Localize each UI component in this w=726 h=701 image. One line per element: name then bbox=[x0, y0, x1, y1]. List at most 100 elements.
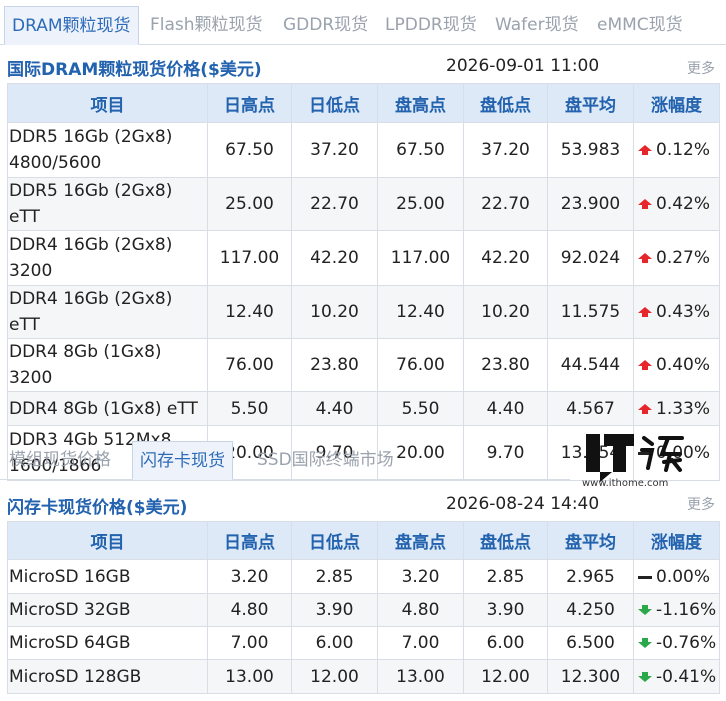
change-value: 1.33% bbox=[656, 398, 711, 419]
tab-flash-card-spot[interactable]: 闪存卡现货 bbox=[132, 441, 233, 480]
dram-price-table: 项目 日高点 日低点 盘高点 盘低点 盘平均 涨幅度 DDR5 16Gb (2G… bbox=[7, 83, 720, 481]
cell-session-avg: 53.983 bbox=[547, 122, 634, 178]
cell-session-low: 22.70 bbox=[463, 177, 548, 231]
change-value: 0.27% bbox=[656, 248, 711, 268]
tab-emmc-spot[interactable]: eMMC现货 bbox=[590, 6, 690, 44]
cell-session-avg: 4.567 bbox=[547, 391, 634, 426]
cell-day-low: 6.00 bbox=[291, 626, 378, 660]
cell-session-high: 13.00 bbox=[377, 659, 464, 694]
cell-day-high: 12.40 bbox=[207, 285, 292, 339]
cell-day-low: 4.40 bbox=[291, 391, 378, 426]
col-header-day-high: 日高点 bbox=[207, 521, 292, 560]
tab-wafer-spot[interactable]: Wafer现货 bbox=[488, 6, 586, 44]
col-header-item: 项目 bbox=[7, 83, 208, 123]
col-header-session-high: 盘高点 bbox=[377, 83, 464, 123]
col-header-day-high: 日高点 bbox=[207, 83, 292, 123]
cell-day-high: 25.00 bbox=[207, 177, 292, 231]
flash-card-price-table: 项目 日高点 日低点 盘高点 盘低点 盘平均 涨幅度 MicroSD 16GB 3… bbox=[7, 521, 720, 694]
cell-day-low: 2.85 bbox=[291, 559, 378, 594]
cell-change: -0.41% bbox=[633, 659, 720, 694]
cell-day-low: 22.70 bbox=[291, 177, 378, 231]
arrow-up-icon bbox=[638, 199, 652, 209]
table-row: DDR4 8Gb (1Gx8) 3200 76.00 23.80 76.00 23.80… bbox=[7, 338, 720, 392]
cell-session-avg: 92.024 bbox=[547, 230, 634, 286]
cell-session-high: 3.20 bbox=[377, 559, 464, 594]
cell-day-low: 12.00 bbox=[291, 659, 378, 694]
cell-change: 0.00% bbox=[633, 559, 720, 594]
cell-session-low: 10.20 bbox=[463, 285, 548, 339]
cell-day-high: 117.00 bbox=[207, 230, 292, 286]
cell-change: 0.43% bbox=[633, 285, 720, 339]
col-header-session-avg: 盘平均 bbox=[547, 521, 634, 560]
table-row: MicroSD 64GB 7.00 6.00 7.00 6.00 6.500 -0.76% bbox=[7, 626, 720, 660]
table-row: DDR5 16Gb (2Gx8) eTT 25.00 22.70 25.00 22.70… bbox=[7, 177, 720, 231]
ithome-url: www.ithome.com bbox=[582, 478, 669, 489]
table-row: DDR5 16Gb (2Gx8) 4800/5600 67.50 37.20 67.5… bbox=[7, 122, 720, 178]
cell-day-low: 3.90 bbox=[291, 593, 378, 627]
table-row: MicroSD 16GB 3.20 2.85 3.20 2.85 2.965 0.00% bbox=[7, 559, 720, 594]
tab-module-spot[interactable]: 模组现货价格 bbox=[2, 441, 118, 479]
arrow-down-icon bbox=[638, 671, 652, 682]
cell-change: 0.42% bbox=[633, 177, 720, 231]
cell-session-low: 12.00 bbox=[463, 659, 548, 694]
col-header-item: 项目 bbox=[7, 521, 208, 560]
cell-day-high: 3.20 bbox=[207, 559, 292, 594]
col-header-change: 涨幅度 bbox=[633, 521, 720, 560]
change-value: 0.43% bbox=[656, 302, 711, 322]
cell-change: 0.27% bbox=[633, 230, 720, 286]
cell-session-avg: 4.250 bbox=[547, 593, 634, 627]
dram-more-link[interactable]: 更多 bbox=[687, 58, 715, 78]
arrow-up-icon bbox=[638, 360, 652, 370]
cell-item-name: DDR4 16Gb (2Gx8) eTT bbox=[7, 285, 208, 339]
cell-day-high: 76.00 bbox=[207, 338, 292, 392]
table-row: MicroSD 32GB 4.80 3.90 4.80 3.90 4.250 -1.16% bbox=[7, 593, 720, 627]
change-value: 0.12% bbox=[656, 140, 711, 160]
cell-session-low: 6.00 bbox=[463, 626, 548, 660]
flash-more-link[interactable]: 更多 bbox=[687, 494, 715, 514]
table-row: DDR4 8Gb (1Gx8) eTT 5.50 4.40 5.50 4.40 4.567… bbox=[7, 391, 720, 426]
cell-day-high: 13.00 bbox=[207, 659, 292, 694]
tab-gddr-spot[interactable]: GDDR现货 bbox=[276, 6, 375, 44]
cell-item-name: MicroSD 32GB bbox=[7, 593, 208, 627]
cell-item-name: MicroSD 16GB bbox=[7, 559, 208, 594]
cell-session-high: 117.00 bbox=[377, 230, 464, 286]
cell-change: 1.33% bbox=[633, 391, 720, 426]
cell-change: 0.12% bbox=[633, 122, 720, 178]
cell-session-low: 2.85 bbox=[463, 559, 548, 594]
cell-change: 0.40% bbox=[633, 338, 720, 392]
cell-item-name: DDR4 8Gb (1Gx8) eTT bbox=[7, 391, 208, 426]
tab-dram-spot[interactable]: DRAM颗粒现货 bbox=[4, 6, 139, 45]
col-header-session-avg: 盘平均 bbox=[547, 83, 634, 123]
cell-session-high: 4.80 bbox=[377, 593, 464, 627]
change-value: 0.40% bbox=[656, 355, 711, 375]
flash-timestamp: 2026-08-24 14:40 bbox=[446, 494, 600, 514]
cell-session-high: 76.00 bbox=[377, 338, 464, 392]
tab-lpddr-spot[interactable]: LPDDR现货 bbox=[378, 6, 484, 44]
col-header-session-high: 盘高点 bbox=[377, 521, 464, 560]
arrow-up-icon bbox=[638, 145, 652, 155]
cell-session-avg: 11.575 bbox=[547, 285, 634, 339]
cell-session-avg: 6.500 bbox=[547, 626, 634, 660]
cell-day-low: 37.20 bbox=[291, 122, 378, 178]
table-row: MicroSD 128GB 13.00 12.00 13.00 12.00 12.300-… bbox=[7, 659, 720, 694]
cell-session-high: 12.40 bbox=[377, 285, 464, 339]
tab-flash-spot[interactable]: Flash颗粒现货 bbox=[143, 6, 270, 44]
col-header-day-low: 日低点 bbox=[291, 83, 378, 123]
tab-ssd-market[interactable]: SSD国际终端市场 bbox=[250, 441, 401, 479]
cell-session-low: 3.90 bbox=[463, 593, 548, 627]
arrow-up-icon bbox=[638, 403, 652, 414]
dram-section-title: 国际DRAM颗粒现货价格($美元) bbox=[7, 60, 262, 80]
arrow-down-icon bbox=[638, 605, 652, 615]
flat-dash-icon bbox=[638, 575, 652, 579]
cell-change: -0.76% bbox=[633, 626, 720, 660]
change-value: 0.00% bbox=[656, 566, 711, 587]
cell-session-high: 7.00 bbox=[377, 626, 464, 660]
cell-day-low: 23.80 bbox=[291, 338, 378, 392]
dram-timestamp: 2026-09-01 11:00 bbox=[446, 56, 600, 76]
cell-day-high: 5.50 bbox=[207, 391, 292, 426]
change-value: -1.16% bbox=[656, 600, 717, 620]
cell-session-high: 67.50 bbox=[377, 122, 464, 178]
cell-item-name: DDR5 16Gb (2Gx8) 4800/5600 bbox=[7, 122, 208, 178]
table-header-row: 项目 日高点 日低点 盘高点 盘低点 盘平均 涨幅度 bbox=[7, 521, 720, 560]
change-value: -0.76% bbox=[656, 633, 717, 653]
